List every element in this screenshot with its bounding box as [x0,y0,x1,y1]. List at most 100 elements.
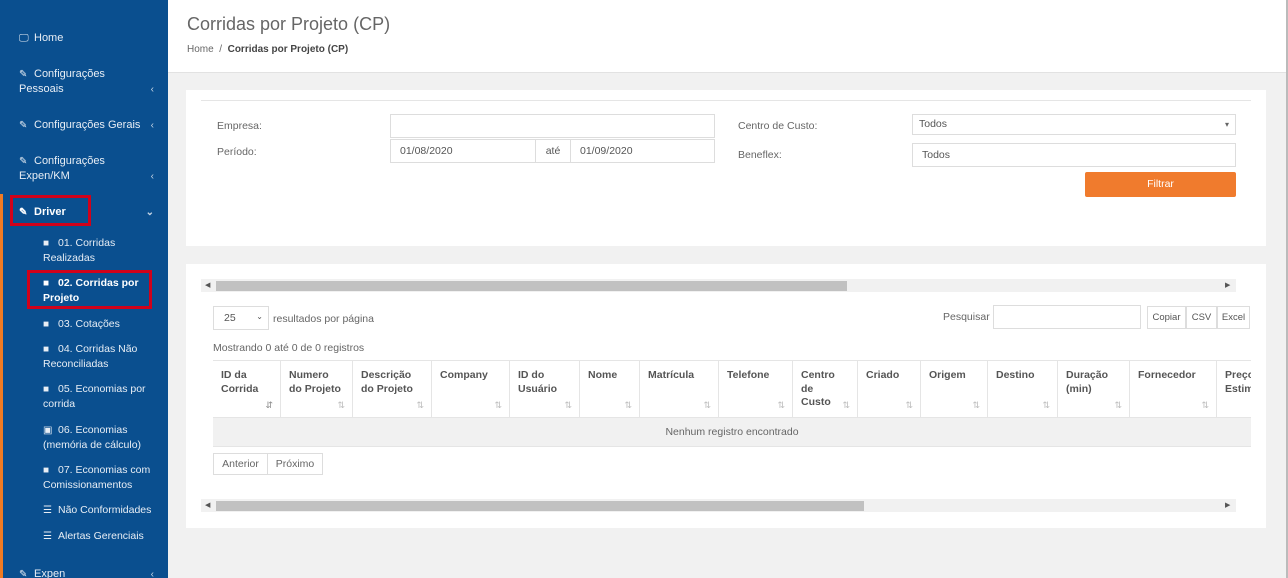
sidebar-subitem-corridas-por-projeto[interactable]: ■ 02. Corridas por Projeto [0,276,168,306]
file-icon: ■ [43,278,50,289]
empresa-input[interactable] [390,114,715,138]
chevron-left-icon: ‹ [150,120,154,131]
sidebar-subitem-label: 07. Economias com Comissionamentos [43,464,151,491]
edit-icon: ✎ [19,156,28,167]
sidebar-subitem-label: 03. Cotações [58,318,120,330]
previous-page-button[interactable]: Anterior [213,453,268,475]
column-header[interactable]: Numero do Projeto ⇅ [281,361,353,417]
sidebar-subitem-economias-memoria[interactable]: ▣ 06. Economias (memória de cálculo) [0,423,168,453]
column-header[interactable]: Preço Estim [1217,361,1251,417]
column-header[interactable]: Telefone ⇅ [719,361,793,417]
centro-custo-label: Centro de Custo: [738,120,818,132]
sidebar-item-configuracoes-expen-km[interactable]: ✎ Configurações Expen/KM ‹ [0,154,168,184]
sidebar-item-label: Configurações Gerais [34,119,141,131]
chevron-left-icon: ‹ [150,569,154,578]
scroll-right-icon[interactable]: ▶ [1225,279,1230,292]
filtrar-button[interactable]: Filtrar [1085,172,1236,197]
scrollbar-thumb[interactable] [216,281,847,291]
sort-icon: ⇅ [494,399,502,410]
sidebar-subitem-label: 05. Economias por corrida [43,383,146,410]
edit-icon: ✎ [19,69,28,80]
column-header[interactable]: Destino ⇅ [988,361,1058,417]
periodo-end-input[interactable]: 01/09/2020 [570,139,715,163]
sort-icon: ⇅ [1042,399,1050,410]
sidebar-subitem-label: 02. Corridas por Projeto [43,277,139,304]
centro-custo-select[interactable]: Todos ▾ [912,114,1236,135]
column-header[interactable]: Descrição do Projeto ⇅ [353,361,432,417]
sidebar-subitem-label: Alertas Gerenciais [58,530,144,542]
breadcrumb-separator: / [219,44,223,55]
sort-icon: ⇅ [777,399,785,410]
file-icon: ■ [43,384,50,395]
sidebar-subitem-label: Não Conformidades [58,504,152,516]
page-title: Corridas por Projeto (CP) [187,14,391,34]
sidebar-subitem-economias-por-corrida[interactable]: ■ 05. Economias por corrida [0,382,168,412]
column-header[interactable]: ID do Usuário ⇅ [510,361,580,417]
column-header[interactable]: Company ⇅ [432,361,510,417]
sidebar-subitem-economias-comissionamentos[interactable]: ■ 07. Economias com Comissionamentos [0,463,168,493]
sort-icon: ⇅ [1201,399,1209,410]
file-icon: ■ [43,344,50,355]
chevron-left-icon: ‹ [150,171,154,182]
sidebar-subitem-nao-conformidades[interactable]: ☰ Não Conformidades [0,503,168,518]
file-icon: ■ [43,465,50,476]
search-input[interactable] [993,305,1141,329]
sidebar-subitem-corridas-nao-reconciliadas[interactable]: ■ 04. Corridas Não Reconciliadas [0,342,168,372]
search-label: Pesquisar [943,311,990,323]
top-horizontal-scrollbar[interactable]: ◀ ▶ [201,279,1236,292]
sidebar-item-configuracoes-pessoais[interactable]: ✎ Configurações Pessoais ‹ [0,67,168,97]
sidebar-item-label: Configurações Expen/KM [19,155,105,182]
sidebar-item-label: Home [34,32,64,44]
scroll-left-icon[interactable]: ◀ [205,279,210,292]
sidebar: 🖵 Home ✎ Configurações Pessoais ‹ ✎ Configu… [0,0,168,578]
results-panel: ◀ ▶ 25 ⌄ resultados por página Pesquisar… [186,264,1266,528]
sidebar-item-configuracoes-gerais[interactable]: ✎ Configurações Gerais ‹ [0,118,168,133]
bottom-horizontal-scrollbar[interactable]: ◀ ▶ [201,499,1236,512]
edit-icon: ✎ [19,569,28,578]
caret-down-icon: ▾ [1224,120,1229,129]
page-length-select[interactable]: 25 ⌄ [213,306,269,330]
sidebar-item-expen[interactable]: ✎ Expen ‹ [0,567,168,578]
sidebar-subitem-corridas-realizadas[interactable]: ■ 01. Corridas Realizadas [0,236,168,266]
sort-icon: ⇅ [1114,399,1122,410]
scroll-right-icon[interactable]: ▶ [1225,499,1230,512]
sidebar-subitem-cotacoes[interactable]: ■ 03. Cotações [0,317,168,332]
sort-asc-icon: ⇵ [265,399,273,410]
file-icon: ■ [43,319,50,330]
column-header[interactable]: Nome ⇅ [580,361,640,417]
sidebar-item-label: Configurações Pessoais [19,68,105,95]
csv-button[interactable]: CSV [1186,306,1217,329]
copy-button[interactable]: Copiar [1147,306,1186,329]
beneflex-label: Beneflex: [738,149,782,161]
excel-button[interactable]: Excel [1217,306,1250,329]
column-header[interactable]: Matrícula ⇅ [640,361,719,417]
beneflex-input[interactable]: Todos [912,143,1236,167]
sidebar-item-driver[interactable]: ✎ Driver ⌄ [0,205,168,220]
page-length-suffix: resultados por página [273,313,374,325]
column-header[interactable]: ID da Corrida ⇵ [213,361,281,417]
column-header[interactable]: Origem ⇅ [921,361,988,417]
sidebar-item-home[interactable]: 🖵 Home [0,31,168,46]
periodo-start-input[interactable]: 01/08/2020 [390,139,536,163]
periodo-ate-addon: até [535,139,571,163]
page-header: Corridas por Projeto (CP) Home / Corrida… [168,0,1286,73]
edit-icon: ✎ [19,120,28,131]
sidebar-subitem-label: 06. Economias (memória de cálculo) [43,424,142,451]
column-header[interactable]: Duração (min) ⇅ [1058,361,1130,417]
scrollbar-thumb[interactable] [216,501,864,511]
edit-icon: ✎ [19,207,28,218]
sidebar-subitem-alertas-gerenciais[interactable]: ☰ Alertas Gerenciais [0,529,168,544]
column-header[interactable]: Criado ⇅ [858,361,921,417]
periodo-label: Período: [217,146,257,158]
column-header[interactable]: Fornecedor ⇅ [1130,361,1217,417]
next-page-button[interactable]: Próximo [267,453,323,475]
column-header[interactable]: Centro de Custo ⇅ [793,361,858,417]
empresa-label: Empresa: [217,120,262,132]
sort-icon: ⇅ [416,399,424,410]
sidebar-item-label: Expen [34,568,66,578]
sort-icon: ⇅ [905,399,913,410]
table-header: ID da Corrida ⇵ Numero do Projeto ⇅ Descri… [213,360,1251,417]
breadcrumb-home[interactable]: Home [187,44,214,55]
scroll-left-icon[interactable]: ◀ [205,499,210,512]
page-length-value: 25 [224,312,236,324]
